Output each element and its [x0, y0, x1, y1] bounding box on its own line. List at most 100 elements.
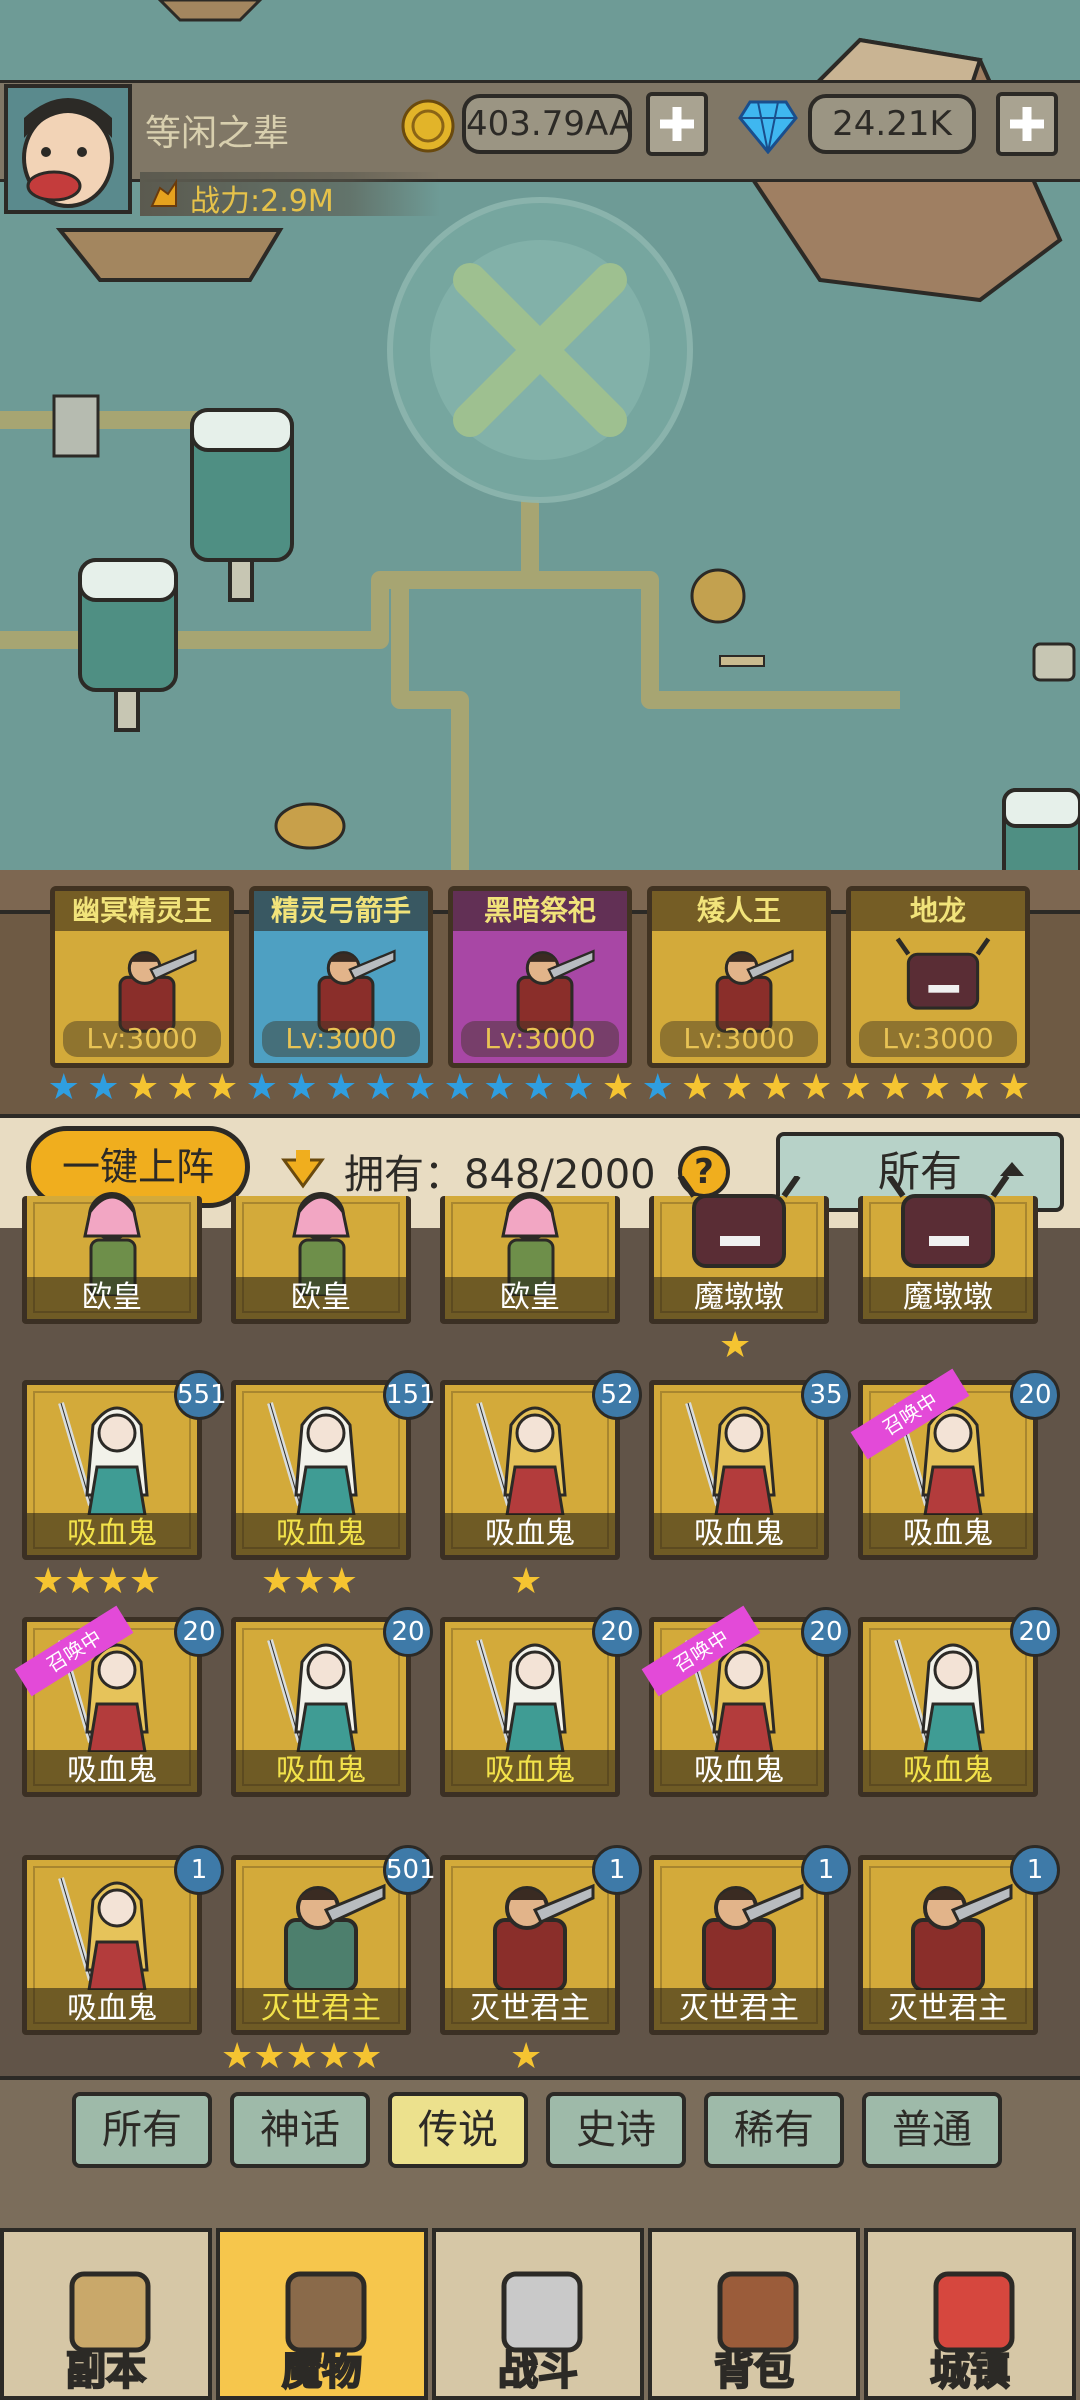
- monster-card[interactable]: 欧皇: [22, 1192, 202, 1324]
- monster-name: 魔墩墩: [863, 1277, 1033, 1319]
- star-icon: ★: [510, 2036, 543, 2077]
- star-icon: ★: [317, 2036, 351, 2077]
- monster-card[interactable]: 魔墩墩: [858, 1176, 1038, 1324]
- monster-portrait: [476, 1639, 567, 1752]
- monster-portrait: [267, 1639, 358, 1752]
- monster-count-badge: 1: [801, 1845, 851, 1895]
- nav-item[interactable]: 背包: [648, 2228, 860, 2400]
- monster-card[interactable]: 灭世君主: [231, 1855, 411, 2035]
- star-icon: ★: [221, 2036, 254, 2077]
- formation-name: 地龙: [851, 891, 1025, 931]
- caret-up-icon: [1000, 1162, 1024, 1176]
- formation-name: 黑暗祭祀: [453, 891, 627, 931]
- monster-name: 欧皇: [236, 1277, 406, 1319]
- monster-card[interactable]: 灭世君主: [858, 1855, 1038, 2035]
- star-icon: ★: [47, 1067, 80, 1108]
- rarity-tab[interactable]: 神话: [230, 2092, 370, 2168]
- formation-level: Lv:3000: [461, 1021, 619, 1057]
- rarity-tab[interactable]: 稀有: [704, 2092, 844, 2168]
- monster-name: 魔墩墩: [654, 1277, 824, 1319]
- hero-portrait: [516, 949, 595, 1033]
- star-icon: ★: [483, 1067, 516, 1108]
- monster-card[interactable]: 灭世君主: [440, 1855, 620, 2035]
- add-gems-button[interactable]: [996, 92, 1058, 156]
- rarity-tab[interactable]: 史诗: [546, 2092, 686, 2168]
- monster-name: 吸血鬼: [236, 1513, 406, 1555]
- star-icon: ★: [285, 1067, 318, 1108]
- formation-slot[interactable]: 地龙 Lv:3000: [846, 886, 1030, 1068]
- hero-portrait: [118, 949, 197, 1033]
- monster-portrait: [685, 1402, 776, 1515]
- monster-star-rating: ★★★★: [32, 1562, 192, 1602]
- star-icon: ★: [641, 1067, 674, 1108]
- nav-item[interactable]: 副本: [0, 2228, 212, 2400]
- monster-name: 吸血鬼: [863, 1750, 1033, 1792]
- star-icon: ★: [87, 1067, 120, 1108]
- monster-name: 吸血鬼: [654, 1513, 824, 1555]
- monster-card[interactable]: 欧皇: [231, 1192, 411, 1324]
- nav-item[interactable]: 城镇: [864, 2228, 1076, 2400]
- monster-card[interactable]: 灭世君主: [649, 1855, 829, 2035]
- rarity-tab[interactable]: 普通: [862, 2092, 1002, 2168]
- monster-card[interactable]: 吸血鬼: [649, 1380, 829, 1560]
- star-icon: ★: [443, 1067, 476, 1108]
- monster-card[interactable]: 吸血鬼: [22, 1855, 202, 2035]
- star-icon: ★: [510, 1561, 543, 1602]
- gem-amount: 24.21K: [808, 94, 976, 154]
- gold-coin-icon: [401, 99, 455, 153]
- star-icon: ★: [253, 2036, 286, 2077]
- formation-name: 精灵弓箭手: [254, 891, 428, 931]
- monster-portrait: [58, 1877, 149, 1990]
- monster-card[interactable]: 吸血鬼: [440, 1617, 620, 1797]
- monster-card[interactable]: 吸血鬼: [440, 1380, 620, 1560]
- monster-card[interactable]: 吸血鬼: [231, 1617, 411, 1797]
- player-avatar[interactable]: [4, 84, 132, 214]
- monster-portrait: [58, 1402, 149, 1515]
- formation-level: Lv:3000: [262, 1021, 420, 1057]
- monster-name: 吸血鬼: [445, 1750, 615, 1792]
- rarity-tab[interactable]: 传说: [388, 2092, 528, 2168]
- star-icon: ★: [324, 1067, 358, 1108]
- monster-card[interactable]: 魔墩墩: [649, 1176, 829, 1324]
- formation-slot[interactable]: 幽冥精灵王 Lv:3000: [50, 886, 234, 1068]
- combat-power-value: 战力:2.9M: [190, 184, 334, 219]
- monster-card[interactable]: 吸血鬼: [231, 1380, 411, 1560]
- star-icon: ★: [96, 1561, 129, 1602]
- formation-slot[interactable]: 黑暗祭祀 Lv:3000: [448, 886, 632, 1068]
- monster-portrait: [493, 1883, 595, 1990]
- star-icon: ★: [261, 1561, 294, 1602]
- monster-card[interactable]: 吸血鬼: [858, 1617, 1038, 1797]
- monster-name: 欧皇: [445, 1277, 615, 1319]
- rarity-tab[interactable]: 所有: [72, 2092, 212, 2168]
- star-icon: ★: [350, 2036, 383, 2077]
- monster-count-badge: 20: [383, 1607, 433, 1657]
- formation-name: 幽冥精灵王: [55, 891, 229, 931]
- monster-name: 灭世君主: [863, 1988, 1033, 2030]
- formation-slot[interactable]: 矮人王 Lv:3000: [647, 886, 831, 1068]
- formation-level: Lv:3000: [660, 1021, 818, 1057]
- nav-item[interactable]: 战斗: [432, 2228, 644, 2400]
- star-icon: ★: [720, 1067, 754, 1108]
- star-icon: ★: [839, 1067, 872, 1108]
- monster-card[interactable]: 吸血鬼: [22, 1380, 202, 1560]
- star-icon: ★: [206, 1067, 239, 1108]
- monster-star-rating: ★: [510, 2037, 550, 2077]
- monster-count-badge: 1: [592, 1845, 642, 1895]
- monster-count-badge: 20: [801, 1607, 851, 1657]
- monster-count-badge: 151: [383, 1370, 436, 1420]
- formation-name: 矮人王: [652, 891, 826, 931]
- monster-count-badge: 1: [1010, 1845, 1060, 1895]
- star-icon: ★: [681, 1067, 714, 1108]
- star-icon: ★: [166, 1067, 199, 1108]
- monster-card[interactable]: 欧皇: [440, 1192, 620, 1324]
- nav-label: 副本: [65, 2347, 147, 2395]
- formation-stars: ★ ★ ★ ★ ★ ★ ★ ★ ★ ★ ★ ★ ★ ★ ★ ★ ★ ★ ★ ★ ★ ★ ★ ★ ★: [44, 1068, 1044, 1108]
- nav-label: 魔物: [281, 2347, 363, 2395]
- nav-item[interactable]: 魔物: [216, 2228, 428, 2400]
- add-gold-button[interactable]: [646, 92, 708, 156]
- formation-slot[interactable]: 精灵弓箭手 Lv:3000: [249, 886, 433, 1068]
- hero-portrait: [895, 937, 991, 1010]
- star-icon: ★: [719, 1325, 752, 1366]
- star-icon: ★: [879, 1067, 912, 1108]
- monster-name: 灭世君主: [654, 1988, 824, 2030]
